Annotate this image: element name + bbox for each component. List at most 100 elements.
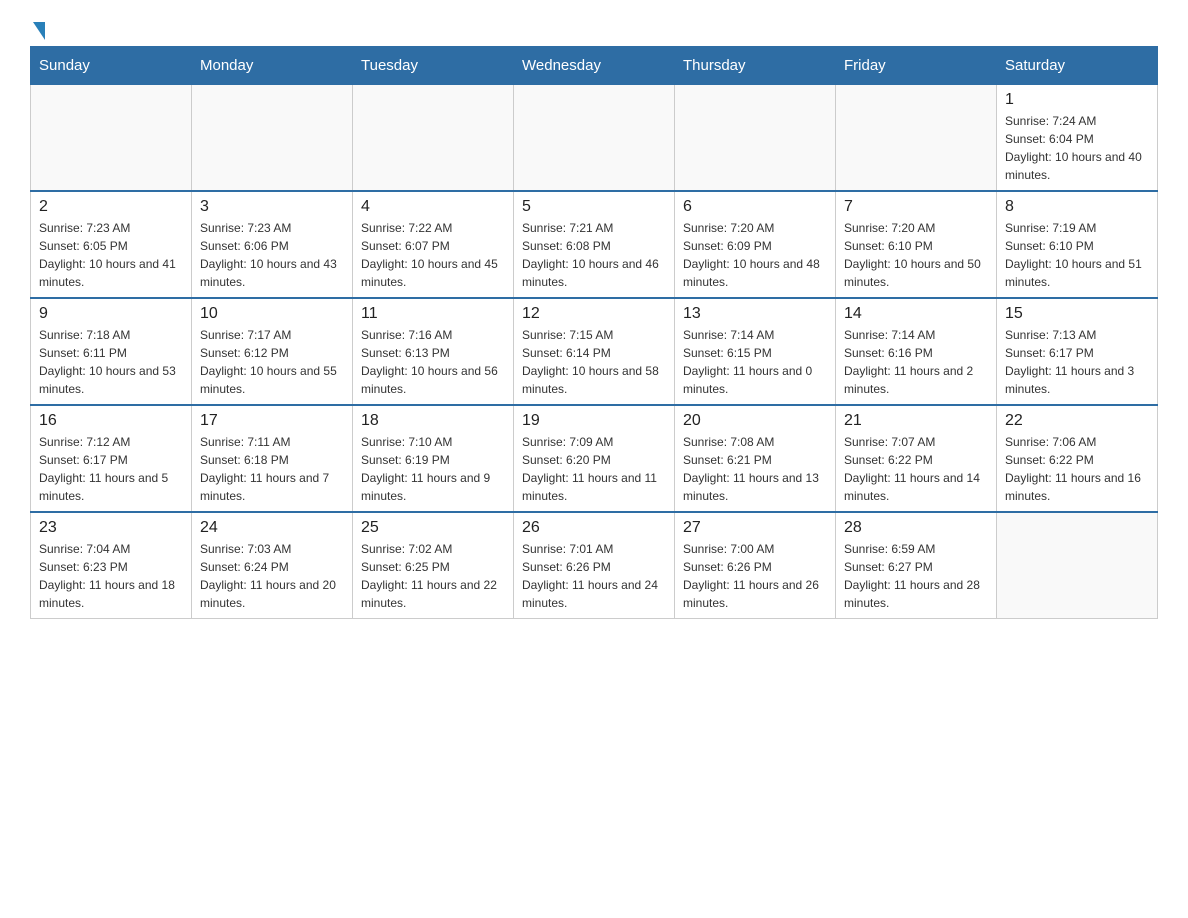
day-info: Sunrise: 7:14 AMSunset: 6:16 PMDaylight:… bbox=[844, 326, 988, 398]
day-number: 21 bbox=[844, 412, 988, 430]
weekday-header-monday: Monday bbox=[192, 47, 353, 85]
day-info: Sunrise: 7:23 AMSunset: 6:05 PMDaylight:… bbox=[39, 219, 183, 291]
day-info: Sunrise: 7:11 AMSunset: 6:18 PMDaylight:… bbox=[200, 433, 344, 505]
weekday-header-sunday: Sunday bbox=[31, 47, 192, 85]
calendar-cell bbox=[353, 85, 514, 192]
day-number: 19 bbox=[522, 412, 666, 430]
calendar-cell: 28 Sunrise: 6:59 AMSunset: 6:27 PMDayligh… bbox=[836, 512, 997, 619]
weekday-header-tuesday: Tuesday bbox=[353, 47, 514, 85]
day-info: Sunrise: 7:03 AMSunset: 6:24 PMDaylight:… bbox=[200, 540, 344, 612]
calendar-cell: 8 Sunrise: 7:19 AMSunset: 6:10 PMDaylight… bbox=[997, 191, 1158, 298]
day-info: Sunrise: 7:16 AMSunset: 6:13 PMDaylight:… bbox=[361, 326, 505, 398]
day-number: 26 bbox=[522, 519, 666, 537]
calendar-cell: 22 Sunrise: 7:06 AMSunset: 6:22 PMDayligh… bbox=[997, 405, 1158, 512]
day-number: 13 bbox=[683, 305, 827, 323]
weekday-header-wednesday: Wednesday bbox=[514, 47, 675, 85]
calendar-cell: 11 Sunrise: 7:16 AMSunset: 6:13 PMDayligh… bbox=[353, 298, 514, 405]
logo-arrow-icon bbox=[33, 22, 45, 40]
calendar-table: SundayMondayTuesdayWednesdayThursdayFrid… bbox=[30, 46, 1158, 619]
day-number: 18 bbox=[361, 412, 505, 430]
calendar-cell bbox=[997, 512, 1158, 619]
day-number: 20 bbox=[683, 412, 827, 430]
day-number: 8 bbox=[1005, 198, 1149, 216]
calendar-cell: 1 Sunrise: 7:24 AMSunset: 6:04 PMDaylight… bbox=[997, 85, 1158, 192]
calendar-header-row: SundayMondayTuesdayWednesdayThursdayFrid… bbox=[31, 47, 1158, 85]
day-info: Sunrise: 7:24 AMSunset: 6:04 PMDaylight:… bbox=[1005, 112, 1149, 184]
calendar-cell: 18 Sunrise: 7:10 AMSunset: 6:19 PMDayligh… bbox=[353, 405, 514, 512]
calendar-cell: 20 Sunrise: 7:08 AMSunset: 6:21 PMDayligh… bbox=[675, 405, 836, 512]
day-number: 9 bbox=[39, 305, 183, 323]
weekday-header-thursday: Thursday bbox=[675, 47, 836, 85]
day-number: 27 bbox=[683, 519, 827, 537]
calendar-cell: 5 Sunrise: 7:21 AMSunset: 6:08 PMDaylight… bbox=[514, 191, 675, 298]
day-info: Sunrise: 7:00 AMSunset: 6:26 PMDaylight:… bbox=[683, 540, 827, 612]
day-number: 23 bbox=[39, 519, 183, 537]
day-info: Sunrise: 7:09 AMSunset: 6:20 PMDaylight:… bbox=[522, 433, 666, 505]
day-number: 22 bbox=[1005, 412, 1149, 430]
day-number: 12 bbox=[522, 305, 666, 323]
day-number: 10 bbox=[200, 305, 344, 323]
calendar-cell: 7 Sunrise: 7:20 AMSunset: 6:10 PMDaylight… bbox=[836, 191, 997, 298]
calendar-cell: 9 Sunrise: 7:18 AMSunset: 6:11 PMDaylight… bbox=[31, 298, 192, 405]
day-number: 2 bbox=[39, 198, 183, 216]
calendar-cell: 16 Sunrise: 7:12 AMSunset: 6:17 PMDayligh… bbox=[31, 405, 192, 512]
calendar-cell: 25 Sunrise: 7:02 AMSunset: 6:25 PMDayligh… bbox=[353, 512, 514, 619]
day-number: 28 bbox=[844, 519, 988, 537]
calendar-cell: 14Sunrise: 7:14 AMSunset: 6:16 PMDayligh… bbox=[836, 298, 997, 405]
day-info: Sunrise: 7:18 AMSunset: 6:11 PMDaylight:… bbox=[39, 326, 183, 398]
day-number: 25 bbox=[361, 519, 505, 537]
day-number: 4 bbox=[361, 198, 505, 216]
calendar-cell: 19 Sunrise: 7:09 AMSunset: 6:20 PMDayligh… bbox=[514, 405, 675, 512]
calendar-cell: 3 Sunrise: 7:23 AMSunset: 6:06 PMDaylight… bbox=[192, 191, 353, 298]
calendar-cell: 4 Sunrise: 7:22 AMSunset: 6:07 PMDaylight… bbox=[353, 191, 514, 298]
day-info: Sunrise: 7:02 AMSunset: 6:25 PMDaylight:… bbox=[361, 540, 505, 612]
calendar-week-row: 16 Sunrise: 7:12 AMSunset: 6:17 PMDayligh… bbox=[31, 405, 1158, 512]
calendar-week-row: 23 Sunrise: 7:04 AMSunset: 6:23 PMDayligh… bbox=[31, 512, 1158, 619]
calendar-week-row: 9 Sunrise: 7:18 AMSunset: 6:11 PMDaylight… bbox=[31, 298, 1158, 405]
day-info: Sunrise: 7:13 AMSunset: 6:17 PMDaylight:… bbox=[1005, 326, 1149, 398]
day-info: Sunrise: 7:20 AMSunset: 6:09 PMDaylight:… bbox=[683, 219, 827, 291]
weekday-header-saturday: Saturday bbox=[997, 47, 1158, 85]
calendar-cell: 26 Sunrise: 7:01 AMSunset: 6:26 PMDayligh… bbox=[514, 512, 675, 619]
weekday-header-friday: Friday bbox=[836, 47, 997, 85]
calendar-cell: 17 Sunrise: 7:11 AMSunset: 6:18 PMDayligh… bbox=[192, 405, 353, 512]
page-header bbox=[30, 20, 1158, 36]
day-info: Sunrise: 7:23 AMSunset: 6:06 PMDaylight:… bbox=[200, 219, 344, 291]
day-info: Sunrise: 7:04 AMSunset: 6:23 PMDaylight:… bbox=[39, 540, 183, 612]
day-info: Sunrise: 7:01 AMSunset: 6:26 PMDaylight:… bbox=[522, 540, 666, 612]
calendar-cell: 15Sunrise: 7:13 AMSunset: 6:17 PMDayligh… bbox=[997, 298, 1158, 405]
day-info: Sunrise: 7:10 AMSunset: 6:19 PMDaylight:… bbox=[361, 433, 505, 505]
calendar-cell: 21 Sunrise: 7:07 AMSunset: 6:22 PMDayligh… bbox=[836, 405, 997, 512]
calendar-cell: 6 Sunrise: 7:20 AMSunset: 6:09 PMDaylight… bbox=[675, 191, 836, 298]
day-info: Sunrise: 7:20 AMSunset: 6:10 PMDaylight:… bbox=[844, 219, 988, 291]
day-number: 5 bbox=[522, 198, 666, 216]
day-info: Sunrise: 7:21 AMSunset: 6:08 PMDaylight:… bbox=[522, 219, 666, 291]
calendar-cell: 12Sunrise: 7:15 AMSunset: 6:14 PMDayligh… bbox=[514, 298, 675, 405]
calendar-week-row: 2 Sunrise: 7:23 AMSunset: 6:05 PMDaylight… bbox=[31, 191, 1158, 298]
day-number: 3 bbox=[200, 198, 344, 216]
calendar-cell bbox=[31, 85, 192, 192]
day-info: Sunrise: 7:19 AMSunset: 6:10 PMDaylight:… bbox=[1005, 219, 1149, 291]
day-number: 6 bbox=[683, 198, 827, 216]
day-info: Sunrise: 7:06 AMSunset: 6:22 PMDaylight:… bbox=[1005, 433, 1149, 505]
day-info: Sunrise: 7:07 AMSunset: 6:22 PMDaylight:… bbox=[844, 433, 988, 505]
calendar-week-row: 1 Sunrise: 7:24 AMSunset: 6:04 PMDaylight… bbox=[31, 85, 1158, 192]
day-number: 17 bbox=[200, 412, 344, 430]
calendar-cell: 23 Sunrise: 7:04 AMSunset: 6:23 PMDayligh… bbox=[31, 512, 192, 619]
day-info: Sunrise: 6:59 AMSunset: 6:27 PMDaylight:… bbox=[844, 540, 988, 612]
day-info: Sunrise: 7:22 AMSunset: 6:07 PMDaylight:… bbox=[361, 219, 505, 291]
calendar-cell: 27 Sunrise: 7:00 AMSunset: 6:26 PMDayligh… bbox=[675, 512, 836, 619]
day-number: 11 bbox=[361, 305, 505, 323]
day-info: Sunrise: 7:08 AMSunset: 6:21 PMDaylight:… bbox=[683, 433, 827, 505]
day-number: 16 bbox=[39, 412, 183, 430]
day-number: 7 bbox=[844, 198, 988, 216]
day-info: Sunrise: 7:12 AMSunset: 6:17 PMDaylight:… bbox=[39, 433, 183, 505]
calendar-cell bbox=[675, 85, 836, 192]
day-number: 1 bbox=[1005, 91, 1149, 109]
calendar-cell bbox=[836, 85, 997, 192]
day-info: Sunrise: 7:17 AMSunset: 6:12 PMDaylight:… bbox=[200, 326, 344, 398]
day-info: Sunrise: 7:14 AMSunset: 6:15 PMDaylight:… bbox=[683, 326, 827, 398]
logo bbox=[30, 20, 45, 36]
calendar-cell bbox=[514, 85, 675, 192]
day-number: 24 bbox=[200, 519, 344, 537]
